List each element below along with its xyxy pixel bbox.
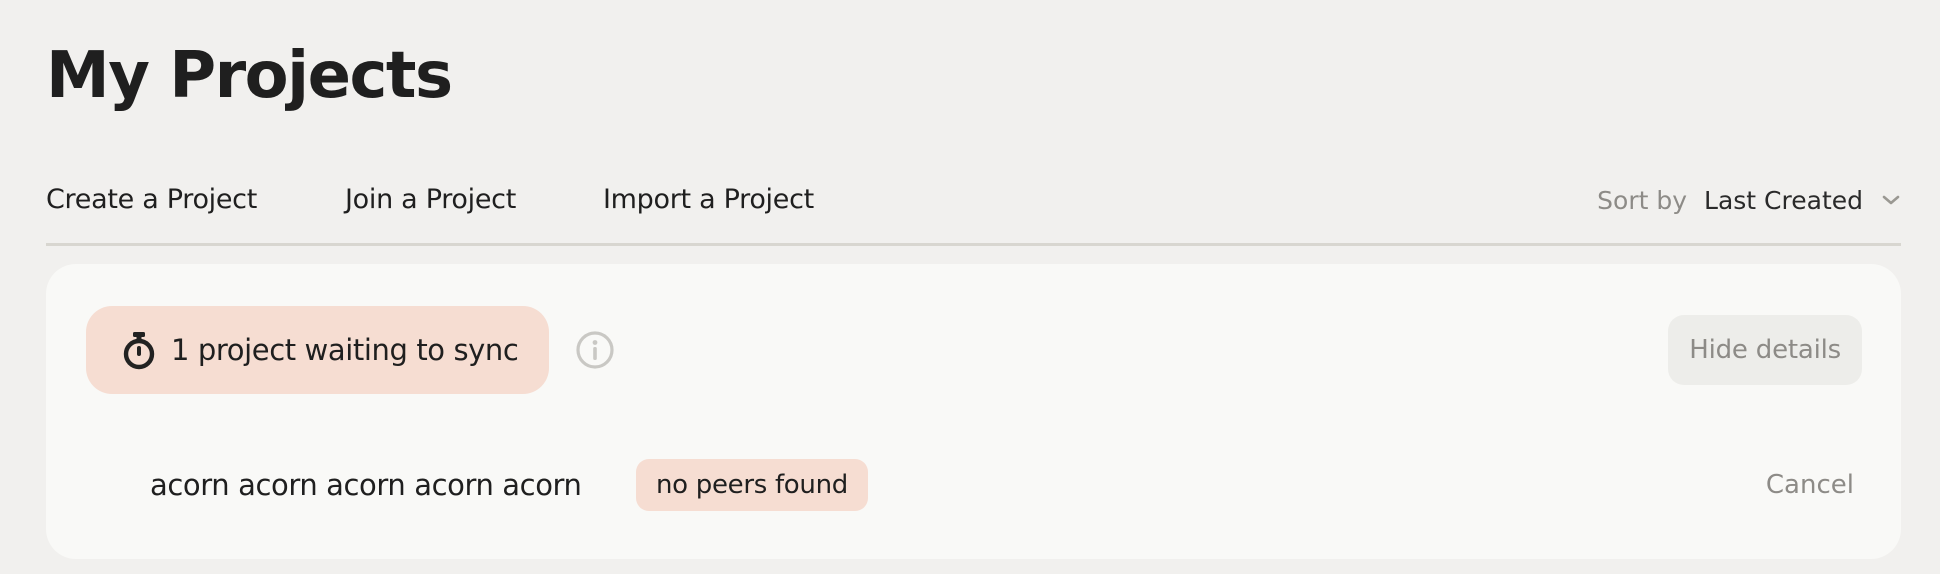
sort-selected-value: Last Created xyxy=(1704,185,1863,215)
sort-dropdown[interactable]: Last Created xyxy=(1704,186,1901,215)
sync-status-text: 1 project waiting to sync xyxy=(171,333,519,367)
status-badge: no peers found xyxy=(636,459,868,511)
sort-label: Sort by xyxy=(1597,185,1688,215)
chevron-down-icon xyxy=(1882,195,1900,205)
sort-control: Sort by Last Created xyxy=(1597,178,1901,222)
project-name: acorn acorn acorn acorn acorn xyxy=(150,468,582,502)
action-bar: Create a Project Join a Project Import a… xyxy=(46,178,1901,222)
info-icon[interactable] xyxy=(575,330,615,370)
stopwatch-icon xyxy=(123,332,155,370)
sync-panel: 1 project waiting to sync Hide details a… xyxy=(46,264,1901,559)
page-title: My Projects xyxy=(46,39,453,113)
list-item: acorn acorn acorn acorn acorn no peers f… xyxy=(46,457,1901,513)
sync-status-banner: 1 project waiting to sync xyxy=(86,306,550,394)
create-project-link[interactable]: Create a Project xyxy=(46,178,257,222)
cancel-button[interactable]: Cancel xyxy=(1766,457,1854,513)
divider xyxy=(46,243,1901,246)
join-project-link[interactable]: Join a Project xyxy=(345,178,516,222)
hide-details-button[interactable]: Hide details xyxy=(1668,315,1862,385)
import-project-link[interactable]: Import a Project xyxy=(603,178,814,222)
